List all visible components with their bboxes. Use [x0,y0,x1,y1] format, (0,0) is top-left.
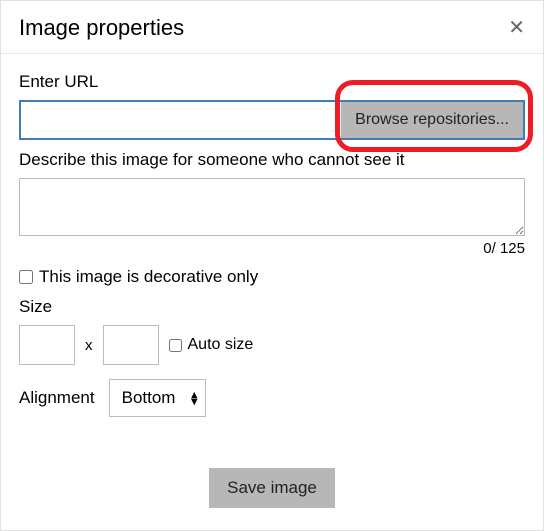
dialog-title: Image properties [19,15,184,41]
alignment-select[interactable]: Bottom ▴▾ [109,379,207,417]
decorative-checkbox[interactable] [19,270,33,284]
character-counter: 0/ 125 [19,240,525,257]
browse-repositories-button[interactable]: Browse repositories... [341,102,523,138]
alignment-label: Alignment [19,388,95,408]
width-input[interactable] [19,325,75,365]
size-row: x Auto size [19,325,525,365]
description-textarea[interactable] [19,178,525,236]
height-input[interactable] [103,325,159,365]
decorative-row: This image is decorative only [19,267,525,287]
dialog-header: Image properties ✕ [1,1,543,54]
size-separator: x [85,337,93,354]
size-label: Size [19,297,525,317]
alignment-selected-value: Bottom [122,388,176,408]
close-icon[interactable]: ✕ [508,18,525,38]
save-image-button[interactable]: Save image [209,468,335,508]
chevron-sort-icon: ▴▾ [191,392,198,405]
auto-size-row: Auto size [169,336,254,354]
auto-size-checkbox[interactable] [169,339,182,352]
url-label: Enter URL [19,72,525,92]
auto-size-label: Auto size [188,336,254,354]
description-label: Describe this image for someone who cann… [19,150,525,170]
dialog-body: Enter URL Browse repositories... Describ… [1,54,543,444]
image-properties-dialog: Image properties ✕ Enter URL Browse repo… [0,0,544,531]
url-row: Browse repositories... [19,100,525,140]
alignment-row: Alignment Bottom ▴▾ [19,379,525,417]
dialog-footer: Save image [1,444,543,530]
decorative-label: This image is decorative only [39,267,258,287]
